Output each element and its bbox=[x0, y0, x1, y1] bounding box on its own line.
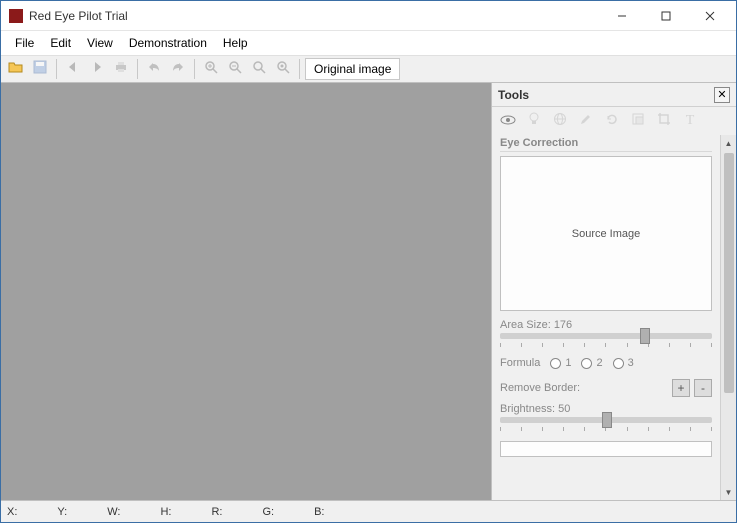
print-button bbox=[110, 58, 132, 80]
window-title: Red Eye Pilot Trial bbox=[29, 9, 600, 23]
remove-border-plus-button[interactable]: + bbox=[672, 379, 690, 397]
tools-titlebar: Tools ✕ bbox=[492, 83, 736, 107]
scroll-down-button[interactable]: ▼ bbox=[721, 484, 737, 500]
menu-view[interactable]: View bbox=[79, 34, 121, 52]
maximize-button[interactable] bbox=[644, 2, 688, 30]
tools-title: Tools bbox=[498, 88, 714, 102]
arrow-right-icon bbox=[90, 60, 104, 79]
status-r: R: bbox=[211, 506, 222, 518]
scroll-thumb[interactable] bbox=[724, 153, 734, 393]
crop-icon bbox=[657, 112, 671, 131]
remove-border-label: Remove Border: bbox=[500, 382, 668, 394]
zoom-in-icon bbox=[204, 60, 218, 79]
menu-demonstration[interactable]: Demonstration bbox=[121, 34, 215, 52]
main-area: Tools ✕ T Eye Correction Source Image bbox=[1, 83, 736, 500]
redo-icon bbox=[171, 60, 185, 79]
resize-icon bbox=[631, 112, 645, 131]
status-b: B: bbox=[314, 506, 324, 518]
zoom-fit-icon bbox=[252, 60, 266, 79]
rotate-icon bbox=[605, 112, 619, 131]
area-size-slider[interactable] bbox=[500, 333, 712, 347]
menu-file[interactable]: File bbox=[7, 34, 42, 52]
printer-icon bbox=[114, 60, 128, 79]
formula-option-2[interactable]: 2 bbox=[581, 357, 602, 369]
preview-box bbox=[500, 441, 712, 457]
formula-row: Formula 1 2 3 bbox=[500, 357, 712, 369]
zoom-100-button bbox=[272, 58, 294, 80]
tab-globe[interactable] bbox=[550, 111, 570, 131]
formula-option-1[interactable]: 1 bbox=[550, 357, 571, 369]
tab-lightbulb[interactable] bbox=[524, 111, 544, 131]
status-g: G: bbox=[262, 506, 274, 518]
status-y: Y: bbox=[57, 506, 67, 518]
tab-rotate[interactable] bbox=[602, 111, 622, 131]
zoom-out-button bbox=[224, 58, 246, 80]
app-icon bbox=[9, 9, 23, 23]
app-window: Red Eye Pilot Trial File Edit View Demon… bbox=[0, 0, 737, 523]
next-button bbox=[86, 58, 108, 80]
text-icon: T bbox=[686, 113, 695, 129]
source-image-box[interactable]: Source Image bbox=[500, 156, 712, 311]
menu-edit[interactable]: Edit bbox=[42, 34, 79, 52]
status-w: W: bbox=[107, 506, 120, 518]
open-icon bbox=[8, 60, 24, 79]
redo-button bbox=[167, 58, 189, 80]
open-button[interactable] bbox=[5, 58, 27, 80]
area-size-label: Area Size: 176 bbox=[500, 319, 712, 331]
tab-crop[interactable] bbox=[654, 111, 674, 131]
tools-content: Eye Correction Source Image Area Size: 1… bbox=[492, 135, 720, 500]
tools-scrollbar[interactable]: ▲ ▼ bbox=[720, 135, 736, 500]
zoom-out-icon bbox=[228, 60, 242, 79]
menubar: File Edit View Demonstration Help bbox=[1, 31, 736, 55]
original-image-button[interactable]: Original image bbox=[305, 58, 400, 80]
brush-icon bbox=[579, 112, 593, 131]
status-h: H: bbox=[160, 506, 171, 518]
zoom-fit-button bbox=[248, 58, 270, 80]
undo-icon bbox=[147, 60, 161, 79]
tab-eye[interactable] bbox=[498, 111, 518, 131]
minimize-button[interactable] bbox=[600, 2, 644, 30]
lightbulb-icon bbox=[528, 112, 540, 131]
formula-label: Formula bbox=[500, 357, 540, 369]
save-button bbox=[29, 58, 51, 80]
section-eye-correction: Eye Correction bbox=[500, 137, 712, 152]
tools-close-button[interactable]: ✕ bbox=[714, 87, 730, 103]
titlebar: Red Eye Pilot Trial bbox=[1, 1, 736, 31]
toolbar: Original image bbox=[1, 55, 736, 83]
tab-resize[interactable] bbox=[628, 111, 648, 131]
prev-button bbox=[62, 58, 84, 80]
globe-icon bbox=[553, 112, 567, 131]
tools-panel: Tools ✕ T Eye Correction Source Image bbox=[492, 83, 736, 500]
save-icon bbox=[33, 60, 47, 79]
undo-button bbox=[143, 58, 165, 80]
source-image-caption: Source Image bbox=[572, 228, 640, 240]
status-x: X: bbox=[7, 506, 17, 518]
remove-border-minus-button[interactable]: - bbox=[694, 379, 712, 397]
zoom-100-icon bbox=[276, 60, 290, 79]
image-canvas[interactable] bbox=[1, 83, 492, 500]
tab-text[interactable]: T bbox=[680, 111, 700, 131]
close-button[interactable] bbox=[688, 2, 732, 30]
eye-icon bbox=[500, 112, 516, 130]
brightness-slider[interactable] bbox=[500, 417, 712, 431]
remove-border-row: Remove Border: + - bbox=[500, 379, 712, 397]
zoom-in-button bbox=[200, 58, 222, 80]
statusbar: X: Y: W: H: R: G: B: bbox=[1, 500, 736, 522]
tab-brush[interactable] bbox=[576, 111, 596, 131]
scroll-up-button[interactable]: ▲ bbox=[721, 135, 737, 151]
tools-tabs: T bbox=[492, 107, 736, 135]
arrow-left-icon bbox=[66, 60, 80, 79]
menu-help[interactable]: Help bbox=[215, 34, 256, 52]
formula-option-3[interactable]: 3 bbox=[613, 357, 634, 369]
